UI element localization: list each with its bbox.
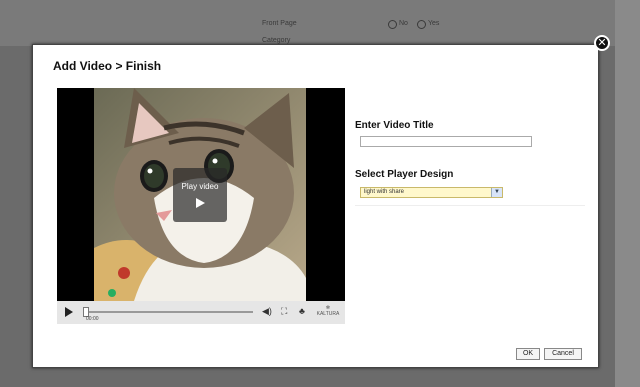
player-controls: 00:00 ◀) ⛶ ♣ ✻ KALTURA xyxy=(57,301,345,324)
front-page-label: Front Page xyxy=(262,20,297,27)
time-display: 00:00 xyxy=(86,316,99,322)
background-sidebar xyxy=(615,0,640,387)
fullscreen-icon[interactable]: ⛶ xyxy=(281,306,287,316)
player-design-value: light with share xyxy=(364,189,405,195)
category-label: Category xyxy=(262,37,291,44)
dialog-title: Add Video > Finish xyxy=(53,59,162,73)
video-title-label: Enter Video Title xyxy=(355,120,434,131)
share-icon[interactable]: ♣ xyxy=(299,306,305,316)
player-design-select[interactable]: light with share ▼ xyxy=(360,187,503,198)
video-title-input[interactable] xyxy=(360,136,532,147)
play-video-label: Play video xyxy=(181,182,219,191)
divider xyxy=(355,205,585,206)
chevron-down-icon[interactable]: ▼ xyxy=(491,188,502,197)
background-header xyxy=(0,0,620,46)
play-icon xyxy=(196,198,205,208)
play-icon[interactable] xyxy=(65,307,73,317)
radio-yes-label: Yes xyxy=(428,20,440,27)
volume-icon[interactable]: ◀) xyxy=(262,306,272,316)
radio-no-label: No xyxy=(399,20,408,27)
play-video-overlay-button[interactable]: Play video xyxy=(173,168,227,222)
add-video-dialog: Add Video > Finish Play video 00:00 ◀) ⛶… xyxy=(32,44,599,368)
kaltura-logo: ✻ KALTURA xyxy=(316,305,340,317)
video-player: Play video 00:00 ◀) ⛶ ♣ ✻ KALTURA xyxy=(57,88,345,324)
cancel-button[interactable]: Cancel xyxy=(544,348,582,360)
radio-no[interactable] xyxy=(388,20,397,29)
scrubber[interactable] xyxy=(83,311,253,313)
radio-yes[interactable] xyxy=(417,20,426,29)
ok-button[interactable]: OK xyxy=(516,348,540,360)
close-icon[interactable]: ✕ xyxy=(594,35,610,51)
player-design-label: Select Player Design xyxy=(355,169,454,180)
